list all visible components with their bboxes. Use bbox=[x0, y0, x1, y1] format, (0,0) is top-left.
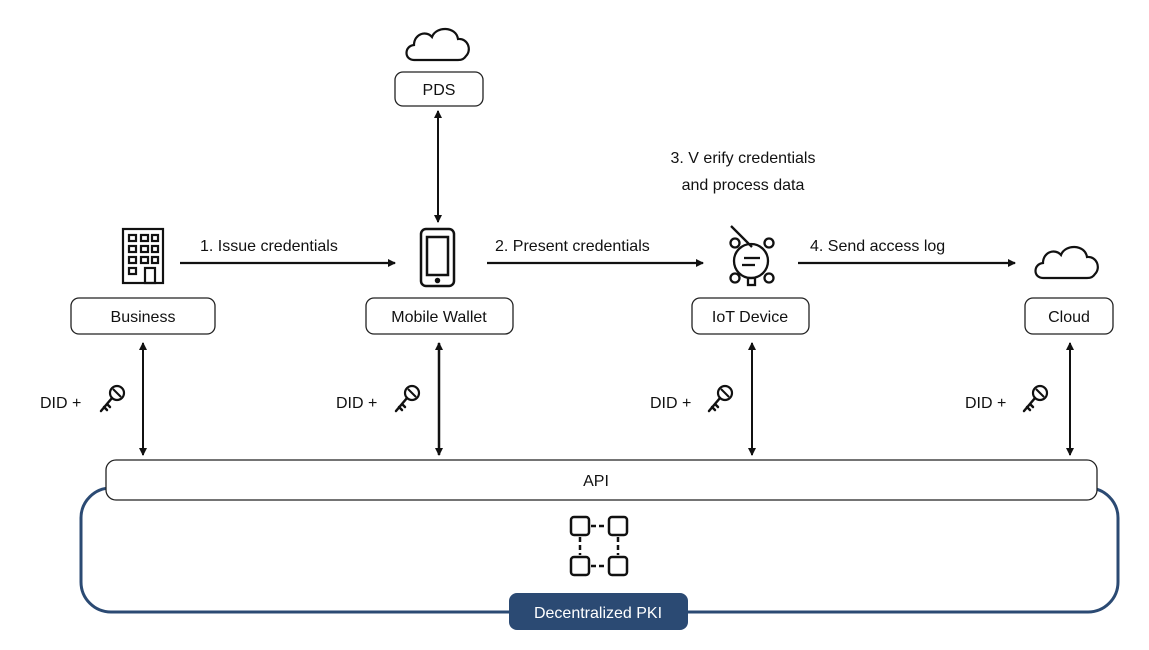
send-log-label: 4. Send access log bbox=[810, 238, 945, 255]
diagram-canvas: API Decentralized PKI PDS 3. V erify cre… bbox=[40, 27, 1120, 630]
pds-label: PDS bbox=[423, 82, 456, 99]
key-icon bbox=[707, 384, 734, 413]
node-mobile-wallet: Mobile Wallet bbox=[365, 297, 514, 335]
phone-icon bbox=[419, 227, 456, 288]
did-label: DID + bbox=[336, 395, 377, 412]
api-label: API bbox=[583, 473, 609, 490]
node-iot-device: IoT Device bbox=[691, 297, 810, 335]
verify-label-2: and process data bbox=[682, 177, 805, 194]
did-label: DID + bbox=[965, 395, 1006, 412]
present-label: 2. Present credentials bbox=[495, 238, 650, 255]
key-icon bbox=[99, 384, 126, 413]
pki-badge: Decentralized PKI bbox=[509, 593, 688, 630]
verify-label-1: 3. V erify credentials bbox=[671, 150, 816, 167]
node-pds: PDS bbox=[394, 71, 484, 107]
iot-device-icon bbox=[729, 225, 775, 287]
iot-device-label: IoT Device bbox=[712, 309, 788, 326]
did-label: DID + bbox=[650, 395, 691, 412]
blockchain-icon bbox=[569, 515, 629, 577]
node-cloud: Cloud bbox=[1024, 297, 1114, 335]
cloud-label: Cloud bbox=[1048, 309, 1090, 326]
pki-label: Decentralized PKI bbox=[534, 605, 662, 622]
api-layer: API bbox=[105, 459, 1098, 501]
building-icon bbox=[121, 227, 165, 285]
issue-label: 1. Issue credentials bbox=[200, 238, 338, 255]
diagram: API Decentralized PKI PDS 3. V erify cre… bbox=[0, 0, 1149, 650]
cloud-icon bbox=[405, 27, 470, 62]
mobile-wallet-label: Mobile Wallet bbox=[391, 309, 487, 326]
key-icon bbox=[394, 384, 421, 413]
cloud-icon bbox=[1034, 245, 1099, 280]
key-icon bbox=[1022, 384, 1049, 413]
did-label: DID + bbox=[40, 395, 81, 412]
business-label: Business bbox=[111, 309, 176, 326]
node-business: Business bbox=[70, 297, 216, 335]
